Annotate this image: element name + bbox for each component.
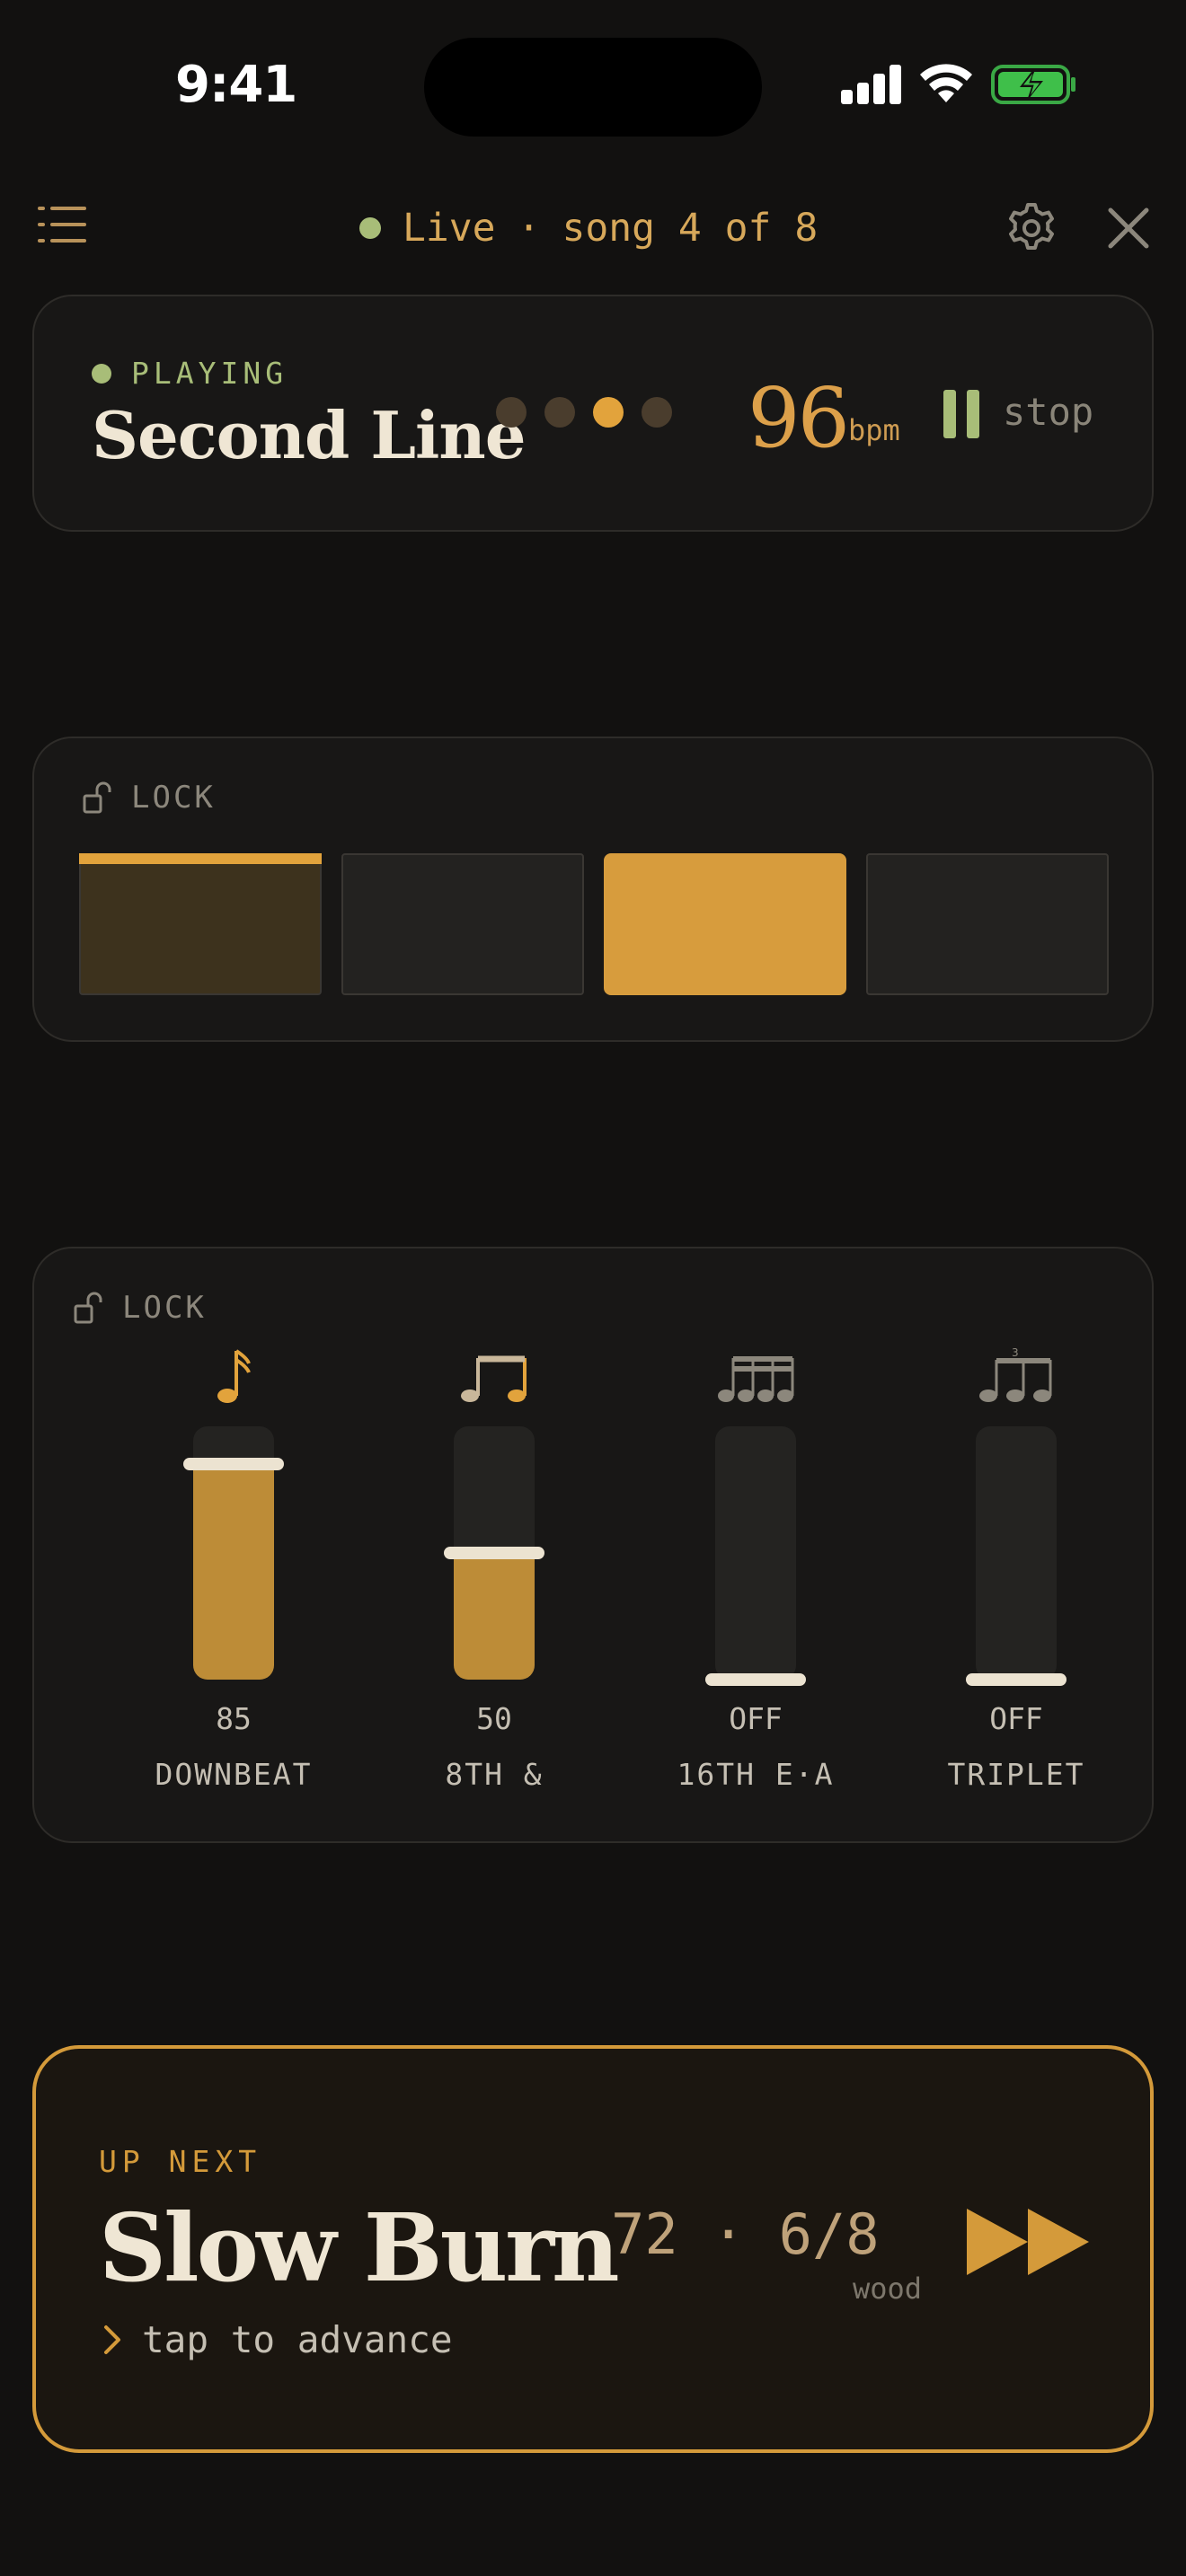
up-next-card[interactable]: UP NEXT Slow Burn tap to advance 72 · 6/… [32, 2045, 1154, 2453]
playing-state-label: PLAYING [131, 356, 288, 391]
level-slider-fill [454, 1553, 535, 1680]
channel-label: 8TH & [445, 1757, 544, 1792]
song-position: song 4 of 8 [562, 206, 819, 251]
next-song-sound: wood [852, 2272, 922, 2306]
channel-value: 85 [216, 1701, 252, 1736]
beat-dot-4 [642, 397, 672, 428]
live-status: Live · song 4 of 8 [359, 203, 818, 253]
sixteenth-notes-icon[interactable] [715, 1347, 796, 1407]
stop-button[interactable]: stop [1003, 390, 1093, 434]
level-slider-track[interactable] [976, 1426, 1057, 1680]
beat-indicator [496, 397, 672, 428]
level-slider-track[interactable] [715, 1426, 796, 1680]
subdivision-channels: 85 DOWNBEAT 50 8TH & OFF 16TH E·A 3 OFF TRIPLET [34, 1346, 1155, 1832]
battery-charging-icon [991, 65, 1075, 104]
channel-label: TRIPLET [947, 1757, 1085, 1792]
pattern-card: LOCK [32, 737, 1154, 1042]
header-separator: · [517, 206, 541, 251]
wifi-icon [920, 64, 972, 102]
up-next-kicker: UP NEXT [99, 2144, 262, 2179]
menu-icon[interactable] [36, 203, 88, 246]
quarter-note-icon[interactable] [193, 1347, 274, 1407]
current-song-title: Second Line [92, 397, 527, 473]
triplet-notes-icon[interactable]: 3 [976, 1346, 1057, 1407]
pattern-cells [79, 853, 1109, 995]
gear-icon[interactable] [1005, 201, 1058, 255]
tap-to-advance-label: tap to advance [142, 2318, 453, 2361]
pattern-lock-label: LOCK [131, 780, 216, 816]
beat-dot-3 [593, 397, 624, 428]
playing-state: PLAYING [92, 356, 288, 391]
channel-value: 50 [476, 1701, 512, 1736]
beat-dot-2 [544, 397, 575, 428]
next-song-tempo-meter: 72 · 6/8 [611, 2201, 880, 2267]
channel-2: 50 8TH & [404, 1347, 584, 1832]
next-song-title: Slow Burn [99, 2192, 620, 2303]
channel-label: 16TH E·A [677, 1757, 835, 1792]
level-slider-handle[interactable] [444, 1547, 544, 1559]
cellular-signal-icon [841, 65, 902, 104]
chevron-right-icon [104, 2325, 120, 2354]
pattern-cell-4[interactable] [866, 853, 1109, 995]
bpm-unit: bpm [848, 413, 900, 447]
dynamic-island [424, 38, 762, 137]
live-label: Live [403, 206, 496, 251]
now-playing-card: PLAYING Second Line 96 bpm stop [32, 295, 1154, 532]
pattern-cell-1[interactable] [79, 853, 322, 995]
tap-to-advance[interactable]: tap to advance [102, 2318, 453, 2361]
level-slider-handle[interactable] [705, 1673, 806, 1686]
eighth-notes-icon[interactable] [454, 1347, 535, 1407]
status-bar: 9:41 [0, 0, 1186, 171]
playing-indicator-dot [92, 363, 111, 384]
pattern-cell-2[interactable] [341, 853, 584, 995]
pattern-lock-toggle[interactable]: LOCK [83, 780, 216, 816]
subdivision-levels-card: LOCK 85 DOWNBEAT 50 8TH & OFF 16TH E·A 3 OFF TRI… [32, 1247, 1154, 1843]
channel-3: OFF 16TH E·A [666, 1347, 845, 1832]
status-time: 9:41 [175, 56, 297, 114]
channel-4: 3 OFF TRIPLET [926, 1346, 1106, 1832]
channel-value: OFF [729, 1701, 783, 1736]
fast-forward-icon[interactable] [965, 2205, 1093, 2279]
level-slider-fill [193, 1464, 274, 1680]
svg-text:3: 3 [1012, 1347, 1019, 1359]
bpm-value[interactable]: 96 [748, 370, 850, 466]
levels-lock-label: LOCK [122, 1290, 207, 1326]
channel-label: DOWNBEAT [155, 1757, 313, 1792]
channel-value: OFF [989, 1701, 1043, 1736]
beat-dot-1 [496, 397, 527, 428]
live-indicator-dot [359, 217, 381, 239]
unlock-icon [74, 1292, 102, 1324]
close-icon[interactable] [1107, 207, 1150, 250]
pattern-cell-3[interactable] [604, 853, 846, 995]
channel-1: 85 DOWNBEAT [144, 1347, 323, 1832]
levels-lock-toggle[interactable]: LOCK [74, 1290, 207, 1326]
pause-icon[interactable] [943, 390, 979, 438]
level-slider-handle[interactable] [183, 1458, 284, 1471]
unlock-icon [83, 781, 111, 814]
level-slider-handle[interactable] [966, 1673, 1067, 1686]
